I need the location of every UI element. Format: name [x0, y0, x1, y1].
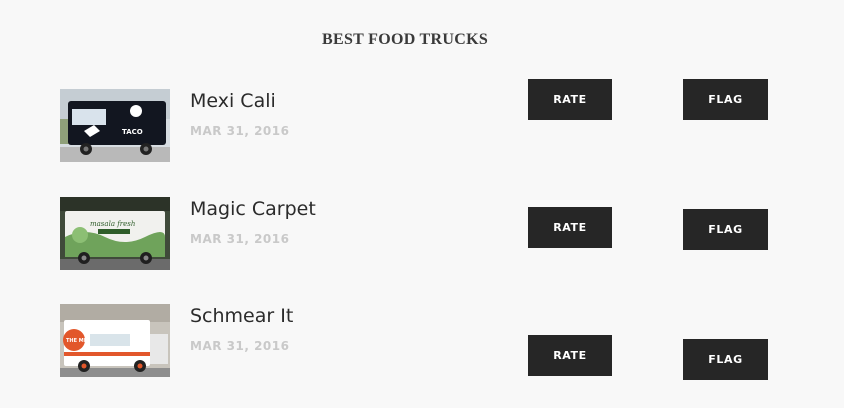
- truck-image-mexi-cali[interactable]: TACO: [60, 89, 170, 162]
- page-title: BEST FOOD TRUCKS: [322, 31, 489, 48]
- flag-button[interactable]: FLAG: [683, 209, 768, 250]
- truck-photo: masala fresh: [60, 197, 170, 270]
- truck-name[interactable]: Mexi Cali: [190, 90, 276, 112]
- truck-photo: THE MELT: [60, 304, 170, 377]
- truck-image-text: TACO: [122, 128, 143, 136]
- truck-image-text: masala fresh: [90, 220, 135, 228]
- truck-date: MAR 31, 2016: [190, 232, 290, 246]
- truck-date: MAR 31, 2016: [190, 124, 290, 138]
- truck-image-text: THE MELT: [66, 338, 94, 344]
- truck-name[interactable]: Magic Carpet: [190, 198, 316, 220]
- flag-button[interactable]: FLAG: [683, 79, 768, 120]
- truck-image-magic-carpet[interactable]: masala fresh: [60, 197, 170, 270]
- flag-button[interactable]: FLAG: [683, 339, 768, 380]
- rate-button[interactable]: RATE: [528, 79, 612, 120]
- truck-date: MAR 31, 2016: [190, 339, 290, 353]
- rate-button[interactable]: RATE: [528, 207, 612, 248]
- truck-photo: TACO: [60, 89, 170, 162]
- truck-image-schmear-it[interactable]: THE MELT: [60, 304, 170, 377]
- rate-button[interactable]: RATE: [528, 335, 612, 376]
- truck-name[interactable]: Schmear It: [190, 305, 293, 327]
